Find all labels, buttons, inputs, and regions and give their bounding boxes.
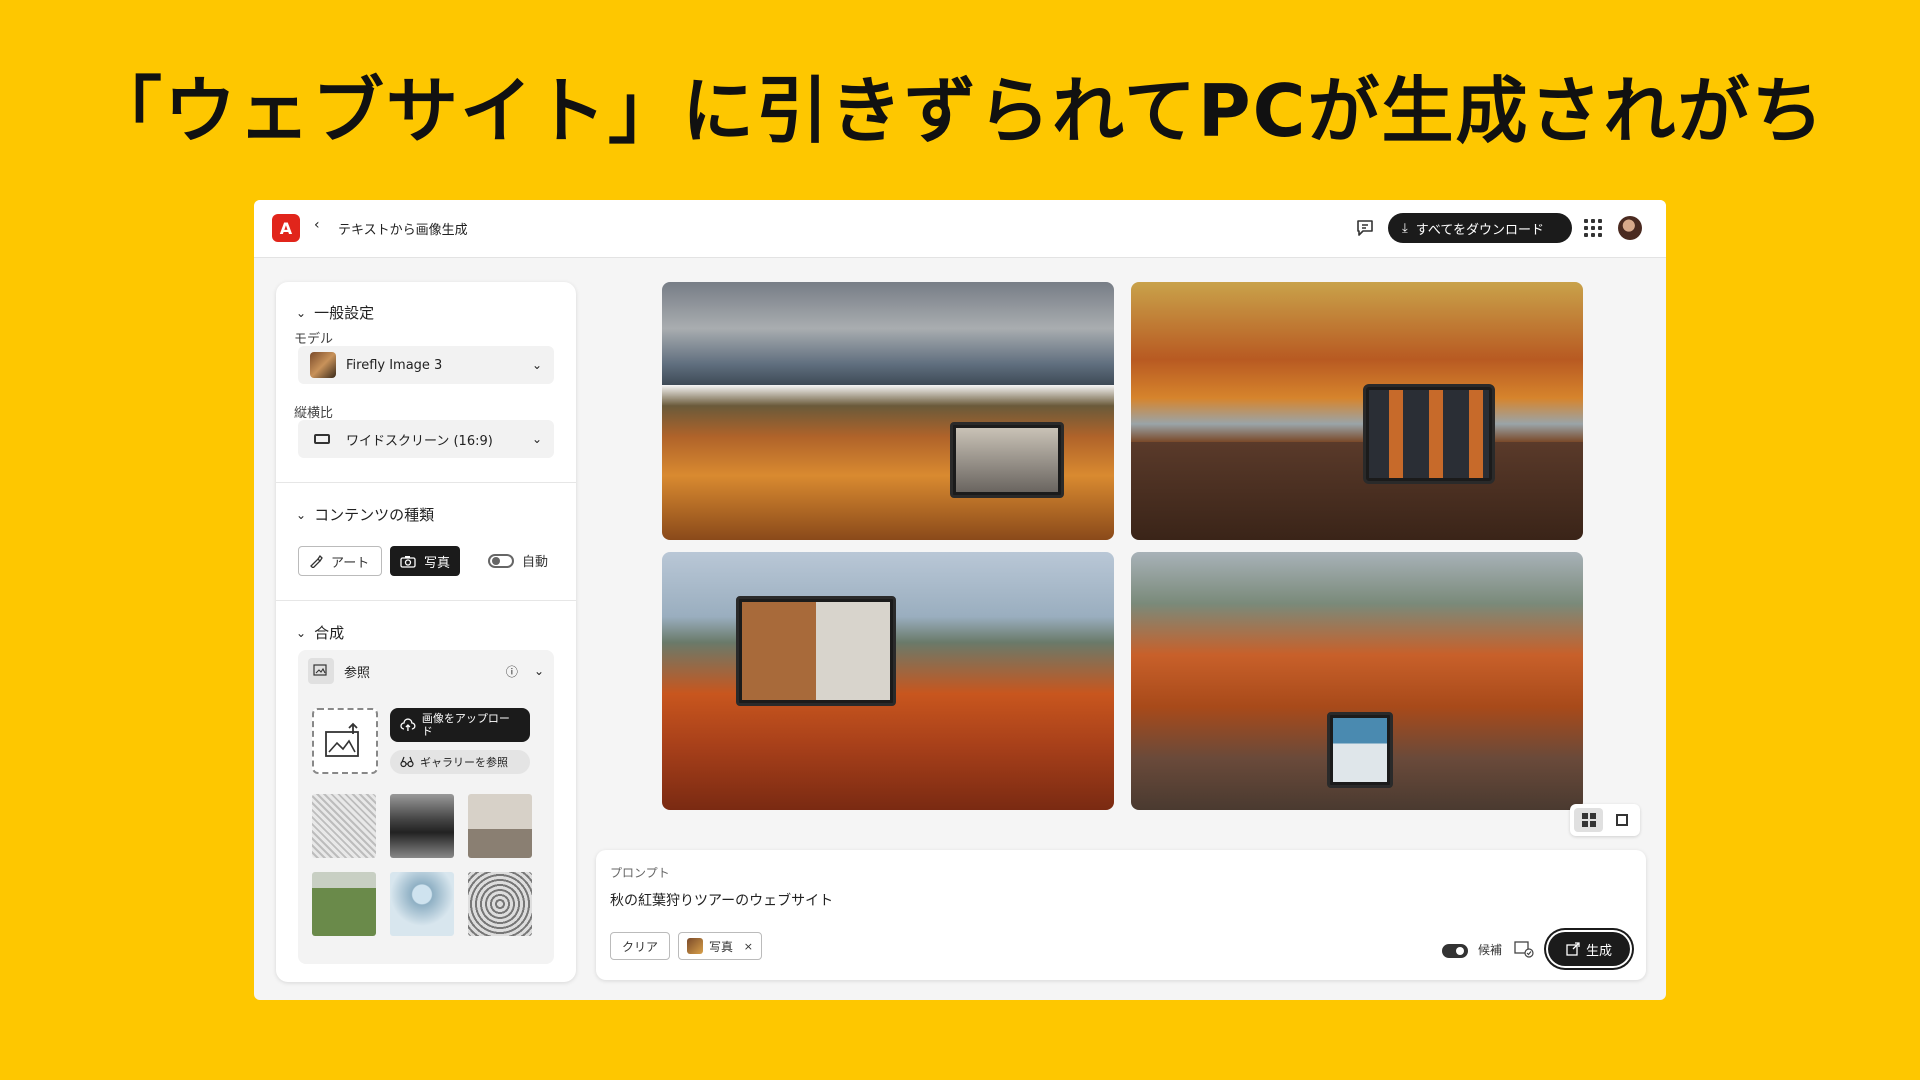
- photo-tag-label: 写真: [709, 939, 734, 954]
- auto-label: 自動: [522, 555, 549, 570]
- model-value: Firefly Image 3: [346, 357, 443, 373]
- generate-icon: [1566, 942, 1580, 956]
- generated-image[interactable]: [662, 552, 1114, 810]
- art-label: アート: [331, 555, 370, 571]
- art-chip[interactable]: アート: [298, 546, 382, 576]
- adobe-logo[interactable]: A: [272, 214, 300, 242]
- laptop-in-image: [736, 596, 896, 706]
- divider: [276, 600, 576, 601]
- top-bar: A ‹ テキストから画像生成 ⤓ すべてをダウンロード: [254, 200, 1666, 258]
- style-icon[interactable]: [1514, 940, 1534, 958]
- browse-gallery-button[interactable]: ギャラリーを参照: [390, 750, 530, 774]
- chevron-down-icon: ⌄: [531, 358, 542, 372]
- aspect-ratio-label: 縦横比: [294, 406, 334, 421]
- chevron-down-icon: ⌄: [296, 305, 307, 320]
- generated-image[interactable]: [1131, 282, 1583, 540]
- aspect-ratio-value: ワイドスクリーン (16:9): [346, 433, 493, 449]
- reference-thumbnail[interactable]: [312, 872, 376, 936]
- reference-thumbnail[interactable]: [468, 794, 532, 858]
- page-title: テキストから画像生成: [338, 223, 468, 238]
- camera-icon: [400, 555, 416, 568]
- tablet-in-image: [1363, 384, 1495, 484]
- laptop-in-image: [950, 422, 1064, 498]
- composition-title: 合成: [314, 624, 345, 642]
- upload-image-label: 画像をアップロード: [421, 711, 510, 738]
- back-button[interactable]: ‹: [314, 217, 320, 233]
- prompt-input[interactable]: 秋の紅葉狩りツアーのウェブサイト: [610, 890, 833, 910]
- reference-thumbnail[interactable]: [312, 794, 376, 858]
- apps-grid-icon[interactable]: [1584, 219, 1602, 237]
- clear-button[interactable]: クリア: [610, 932, 670, 960]
- divider: [276, 482, 576, 483]
- general-settings-title: 一般設定: [314, 304, 375, 322]
- reference-section: 参照 ⓘ ⌄ 画像をアップロード ギャラリーを参照: [298, 650, 554, 964]
- aspect-ratio-select[interactable]: ワイドスクリーン (16:9) ⌄: [298, 420, 554, 458]
- cloud-upload-icon: [400, 718, 416, 731]
- prompt-box: プロンプト 秋の紅葉狩りツアーのウェブサイト クリア 写真 × 候補 生成: [596, 850, 1646, 980]
- reference-header[interactable]: 参照 ⓘ ⌄: [298, 650, 554, 692]
- reference-image-icon: [308, 658, 334, 684]
- chevron-down-icon[interactable]: ⌄: [534, 664, 544, 678]
- generate-label: 生成: [1585, 943, 1612, 959]
- content-type-title: コンテンツの種類: [314, 506, 435, 524]
- chevron-down-icon: ⌄: [296, 507, 307, 522]
- tablet-in-image: [1327, 712, 1393, 788]
- app-window: A ‹ テキストから画像生成 ⤓ すべてをダウンロード ⌄ 一般設定 モデル F…: [254, 200, 1666, 1000]
- tag-thumbnail: [687, 938, 703, 954]
- single-view-icon[interactable]: [1607, 808, 1636, 832]
- download-all-label: すべてをダウンロード: [1415, 222, 1545, 238]
- model-select[interactable]: Firefly Image 3 ⌄: [298, 346, 554, 384]
- auto-toggle[interactable]: [488, 554, 514, 568]
- chevron-down-icon: ⌄: [296, 625, 307, 640]
- reference-thumbnail[interactable]: [390, 872, 454, 936]
- generated-image[interactable]: [662, 282, 1114, 540]
- headline: 「ウェブサイト」に引きずられてPCが生成されがち: [90, 69, 1826, 153]
- candidates-toggle[interactable]: [1442, 944, 1468, 958]
- feedback-icon[interactable]: [1354, 217, 1376, 239]
- model-thumbnail: [310, 352, 336, 378]
- reference-thumbnail[interactable]: [390, 794, 454, 858]
- upload-image-icon: [325, 722, 359, 757]
- upload-image-button[interactable]: 画像をアップロード: [390, 708, 530, 742]
- generated-image[interactable]: [1131, 552, 1583, 810]
- general-settings-header[interactable]: ⌄ 一般設定: [296, 302, 374, 323]
- reference-thumbnail[interactable]: [468, 872, 532, 936]
- prompt-label: プロンプト: [610, 866, 670, 880]
- model-label: モデル: [294, 332, 334, 347]
- settings-panel: ⌄ 一般設定 モデル Firefly Image 3 ⌄ 縦横比 ワイドスクリー…: [276, 282, 576, 982]
- candidates-label: 候補: [1478, 943, 1503, 957]
- brush-icon: [310, 554, 323, 568]
- content-type-header[interactable]: ⌄ コンテンツの種類: [296, 504, 434, 525]
- widescreen-icon: [314, 434, 330, 444]
- info-icon[interactable]: ⓘ: [506, 663, 518, 680]
- avatar[interactable]: [1618, 216, 1642, 240]
- download-all-button[interactable]: ⤓ すべてをダウンロード: [1388, 213, 1572, 243]
- grid-view-icon[interactable]: [1574, 808, 1603, 832]
- reference-label: 参照: [344, 665, 371, 681]
- upload-drop-zone[interactable]: [312, 708, 378, 774]
- photo-label: 写真: [424, 555, 451, 571]
- binoculars-icon: [400, 756, 414, 768]
- close-icon[interactable]: ×: [744, 940, 753, 953]
- photo-chip[interactable]: 写真: [390, 546, 460, 576]
- generated-images-grid: [662, 282, 1604, 810]
- reference-thumbnails: [312, 794, 540, 936]
- composition-header[interactable]: ⌄ 合成: [296, 622, 344, 643]
- generate-button[interactable]: 生成: [1548, 932, 1630, 966]
- photo-tag-chip[interactable]: 写真 ×: [678, 932, 762, 960]
- chevron-down-icon: ⌄: [531, 432, 542, 446]
- browse-gallery-label: ギャラリーを参照: [420, 756, 508, 769]
- view-toggle: [1570, 804, 1640, 836]
- download-icon: ⤓: [1402, 220, 1408, 236]
